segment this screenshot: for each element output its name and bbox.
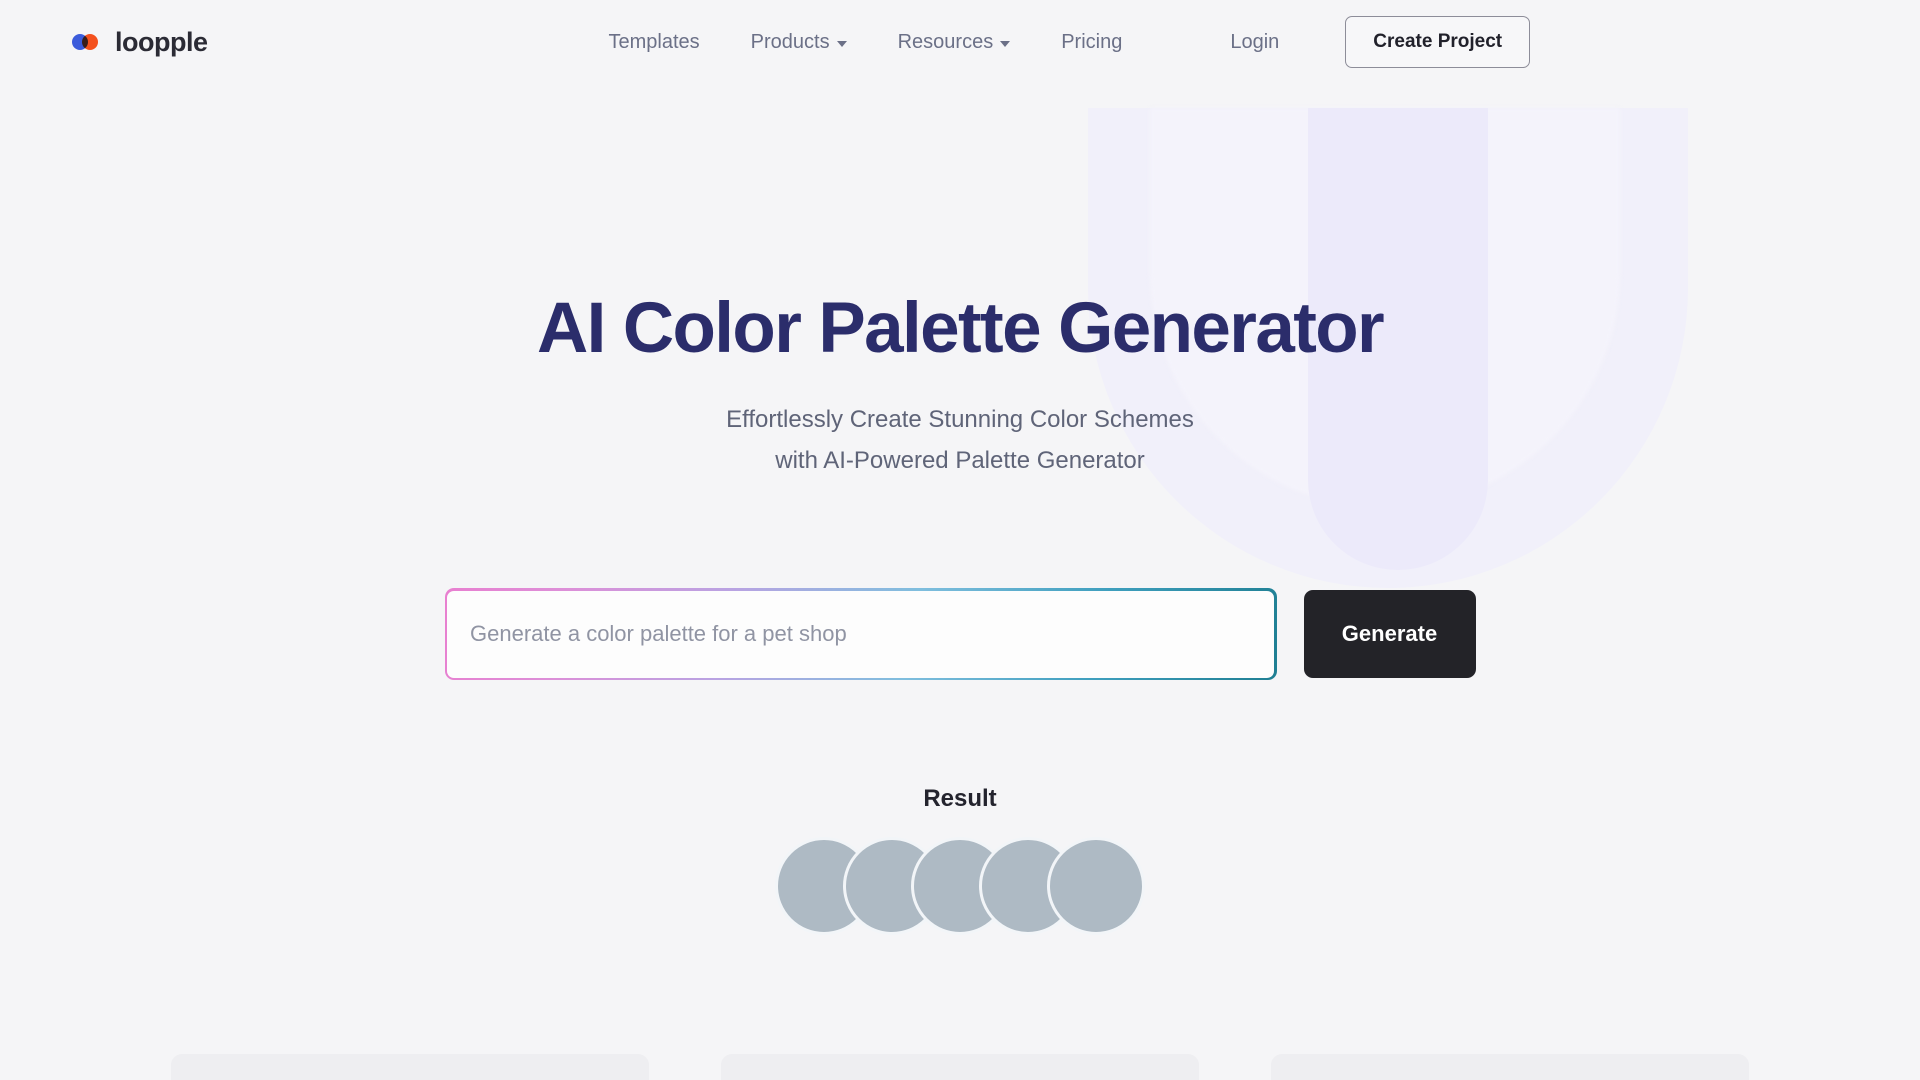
nav-label-templates: Templates <box>608 30 700 53</box>
brand-name: loopple <box>115 26 208 57</box>
hero-subtitle-line-2: with AI-Powered Palette Generator <box>775 446 1145 474</box>
site-header: loopple Templates Products Resources Pri… <box>0 0 1920 84</box>
result-heading: Result <box>923 785 997 813</box>
result-section: Result <box>0 785 1920 936</box>
nav-item-templates[interactable]: Templates <box>609 31 700 54</box>
nav-label-products: Products <box>750 30 830 53</box>
loopple-logo-icon <box>72 33 106 51</box>
chevron-down-icon <box>836 40 847 47</box>
prompt-input-wrapper <box>444 588 1277 681</box>
below-fold-card-strip <box>0 1054 1920 1080</box>
create-project-button[interactable]: Create Project <box>1345 16 1531 68</box>
prompt-input[interactable] <box>447 590 1274 678</box>
nav-item-resources[interactable]: Resources <box>898 31 1011 54</box>
brand-logo[interactable]: loopple <box>72 27 208 58</box>
page-title: AI Color Palette Generator <box>536 289 1385 368</box>
nav-label-resources: Resources <box>897 30 994 53</box>
chevron-down-icon <box>1000 40 1011 47</box>
hero-subtitle-line-1: Effortlessly Create Stunning Color Schem… <box>726 405 1194 433</box>
hero-section: AI Color Palette Generator Effortlessly … <box>0 84 1920 481</box>
peek-card[interactable] <box>171 1054 649 1080</box>
prompt-section: Generate <box>0 588 1920 681</box>
palette-swatch[interactable] <box>1047 837 1145 936</box>
peek-card[interactable] <box>1271 1054 1749 1080</box>
logo-dot-orange-icon <box>82 34 98 50</box>
header-actions: Login Create Project <box>1230 16 1531 68</box>
generate-button[interactable]: Generate <box>1303 590 1476 679</box>
nav-label-pricing: Pricing <box>1061 30 1123 53</box>
login-link[interactable]: Login <box>1230 31 1279 54</box>
hero-subtitle: Effortlessly Create Stunning Color Schem… <box>0 399 1920 482</box>
nav-item-pricing[interactable]: Pricing <box>1061 31 1122 54</box>
peek-card[interactable] <box>721 1054 1199 1080</box>
main-navigation: Templates Products Resources Pricing <box>609 31 1123 54</box>
palette-swatch-row <box>0 837 1920 936</box>
nav-item-products[interactable]: Products <box>751 31 847 54</box>
